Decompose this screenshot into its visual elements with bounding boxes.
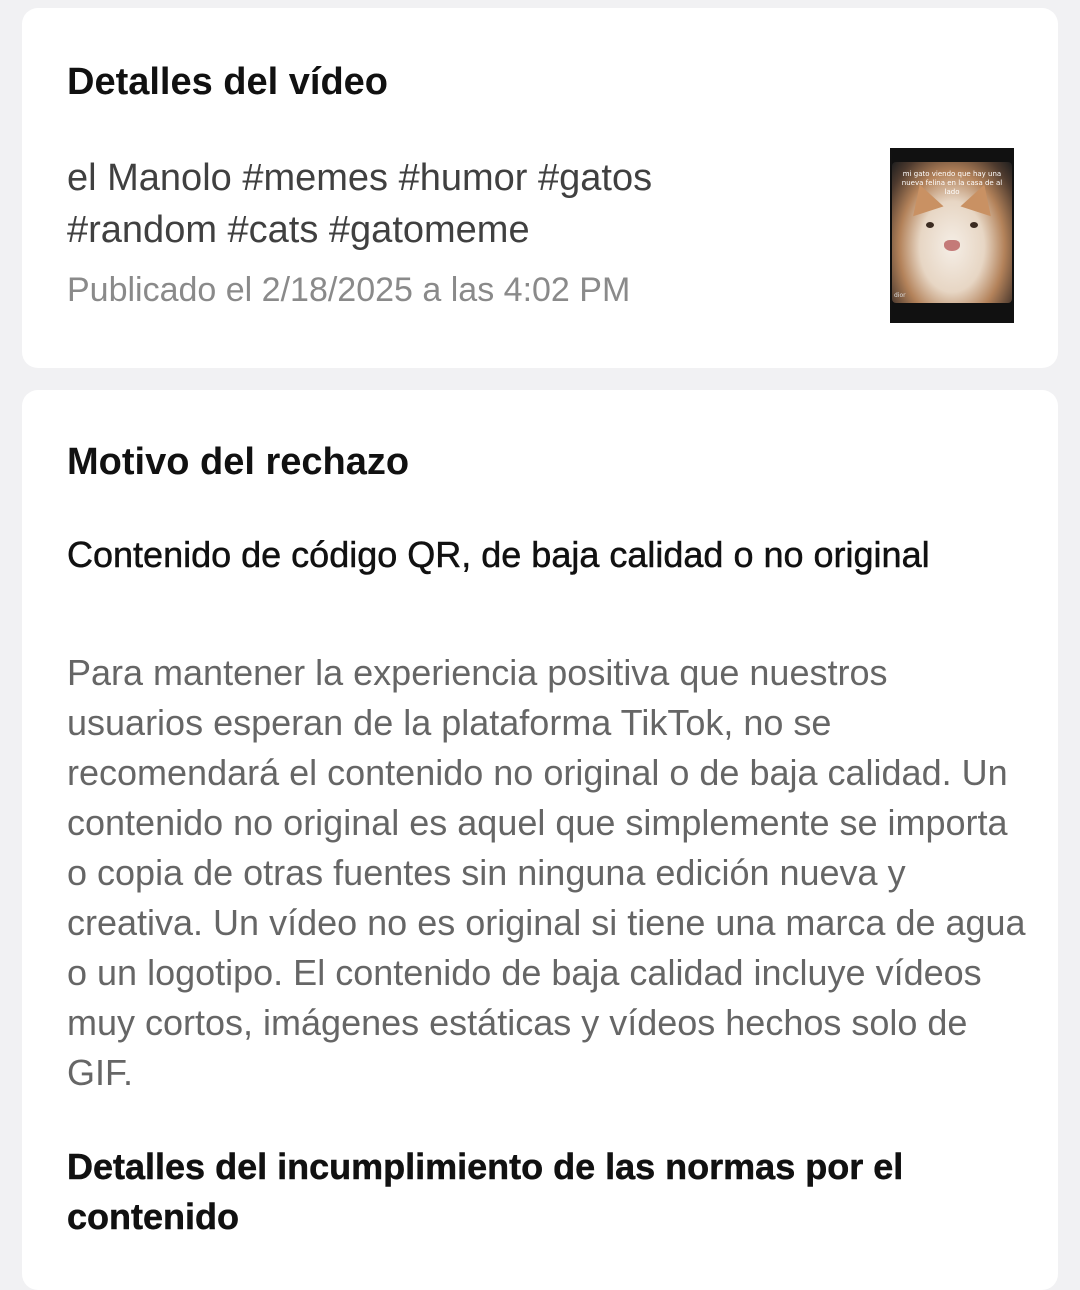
video-caption-line-2: #random #cats #gatomeme [67,209,530,251]
cat-nose-shape [944,240,960,251]
video-thumbnail[interactable]: mi gato viendo que hay una nueva felina … [890,148,1014,323]
violation-details-title: Detalles del incumplimiento de las norma… [67,1146,904,1238]
published-date: Publicado el 2/18/2025 a las 4:02 PM [67,271,631,309]
video-details-title: Detalles del vídeo [67,61,389,103]
rejection-category-title: Contenido de código QR, de baja calidad … [67,534,930,576]
thumbnail-watermark: dior [894,292,906,299]
video-caption: el Manolo #memes #humor #gatos #random #… [67,152,827,256]
rejection-explanation: Para mantener la experiencia positiva qu… [67,652,1026,1093]
rejection-reason-card: Motivo del rechazo Contenido de código Q… [22,390,1058,1290]
cat-eye-right-shape [970,222,978,228]
thumbnail-overlay-text: mi gato viendo que hay una nueva felina … [901,170,1003,196]
cat-eye-left-shape [926,222,934,228]
video-details-card: Detalles del vídeo el Manolo #memes #hum… [22,8,1058,368]
rejection-reason-title: Motivo del rechazo [67,441,410,483]
video-caption-line-1: el Manolo #memes #humor #gatos [67,157,653,199]
